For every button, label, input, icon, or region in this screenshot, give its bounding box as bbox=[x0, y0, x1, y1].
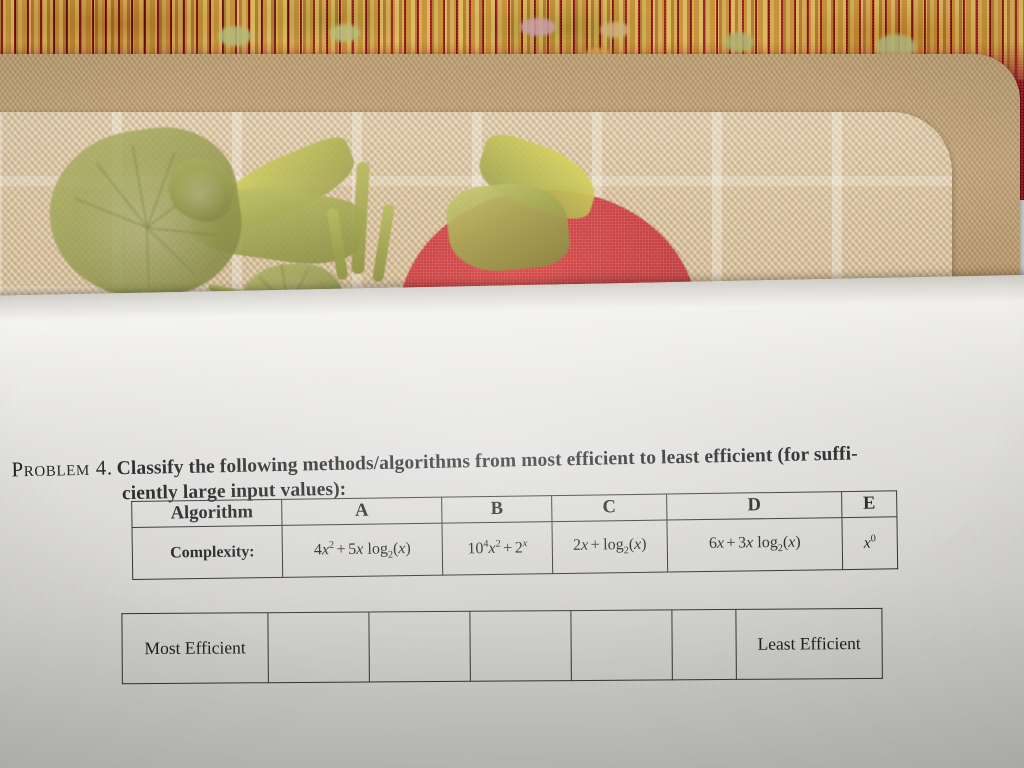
problem-line1: Classify the following methods/algorithm… bbox=[116, 443, 858, 480]
answer-cell-3[interactable] bbox=[368, 611, 471, 682]
answer-table-wrapper: Most Efficient Least Efficient bbox=[121, 608, 883, 684]
complexity-cell-c: 2x + log2(x) bbox=[551, 520, 668, 574]
complexity-cell-e: x0 bbox=[841, 516, 898, 570]
column-header-d: D bbox=[666, 491, 842, 521]
problem-label: Problem 4. bbox=[11, 455, 113, 482]
column-header-a: A bbox=[281, 497, 442, 526]
problem-statement: Problem 4. Classify the following method… bbox=[11, 438, 1001, 483]
answer-cell-6[interactable] bbox=[671, 609, 737, 680]
column-header-c: C bbox=[551, 494, 667, 522]
complexity-table: Algorithm A B C D E Complexity: 4x2 +5x l… bbox=[131, 490, 898, 580]
paper-sheet: Problem 4. Classify the following method… bbox=[0, 274, 1024, 768]
screenshot-root: Problem 4. Classify the following method… bbox=[0, 0, 1024, 768]
table-row: Most Efficient Least Efficient bbox=[121, 608, 883, 684]
tomato-stem-right bbox=[371, 203, 396, 283]
answer-table: Most Efficient Least Efficient bbox=[121, 608, 883, 684]
complexity-cell-d: 6x +3x log2(x) bbox=[666, 517, 843, 573]
table-row: Complexity: 4x2 +5x log2(x) 104x2 +2x 2x + l… bbox=[132, 516, 898, 580]
answer-cell-2[interactable] bbox=[267, 611, 370, 683]
column-header-b: B bbox=[441, 495, 552, 524]
row-label-algorithm: Algorithm bbox=[131, 499, 283, 528]
complexity-cell-a: 4x2 +5x log2(x) bbox=[282, 523, 443, 578]
complexity-cell-b: 104x2 +2x bbox=[441, 521, 553, 576]
answer-cell-most-efficient[interactable]: Most Efficient bbox=[121, 612, 269, 684]
complexity-table-wrapper: Algorithm A B C D E Complexity: 4x2 +5x l… bbox=[131, 490, 898, 580]
row-label-complexity: Complexity: bbox=[132, 525, 283, 580]
worksheet-content: Problem 4. Classify the following method… bbox=[0, 275, 1024, 768]
tomato-stem-center bbox=[351, 161, 370, 275]
answer-cell-4[interactable] bbox=[469, 610, 572, 682]
column-header-e: E bbox=[841, 490, 897, 518]
answer-cell-5[interactable] bbox=[570, 609, 673, 681]
answer-cell-least-efficient[interactable]: Least Efficient bbox=[735, 608, 883, 680]
